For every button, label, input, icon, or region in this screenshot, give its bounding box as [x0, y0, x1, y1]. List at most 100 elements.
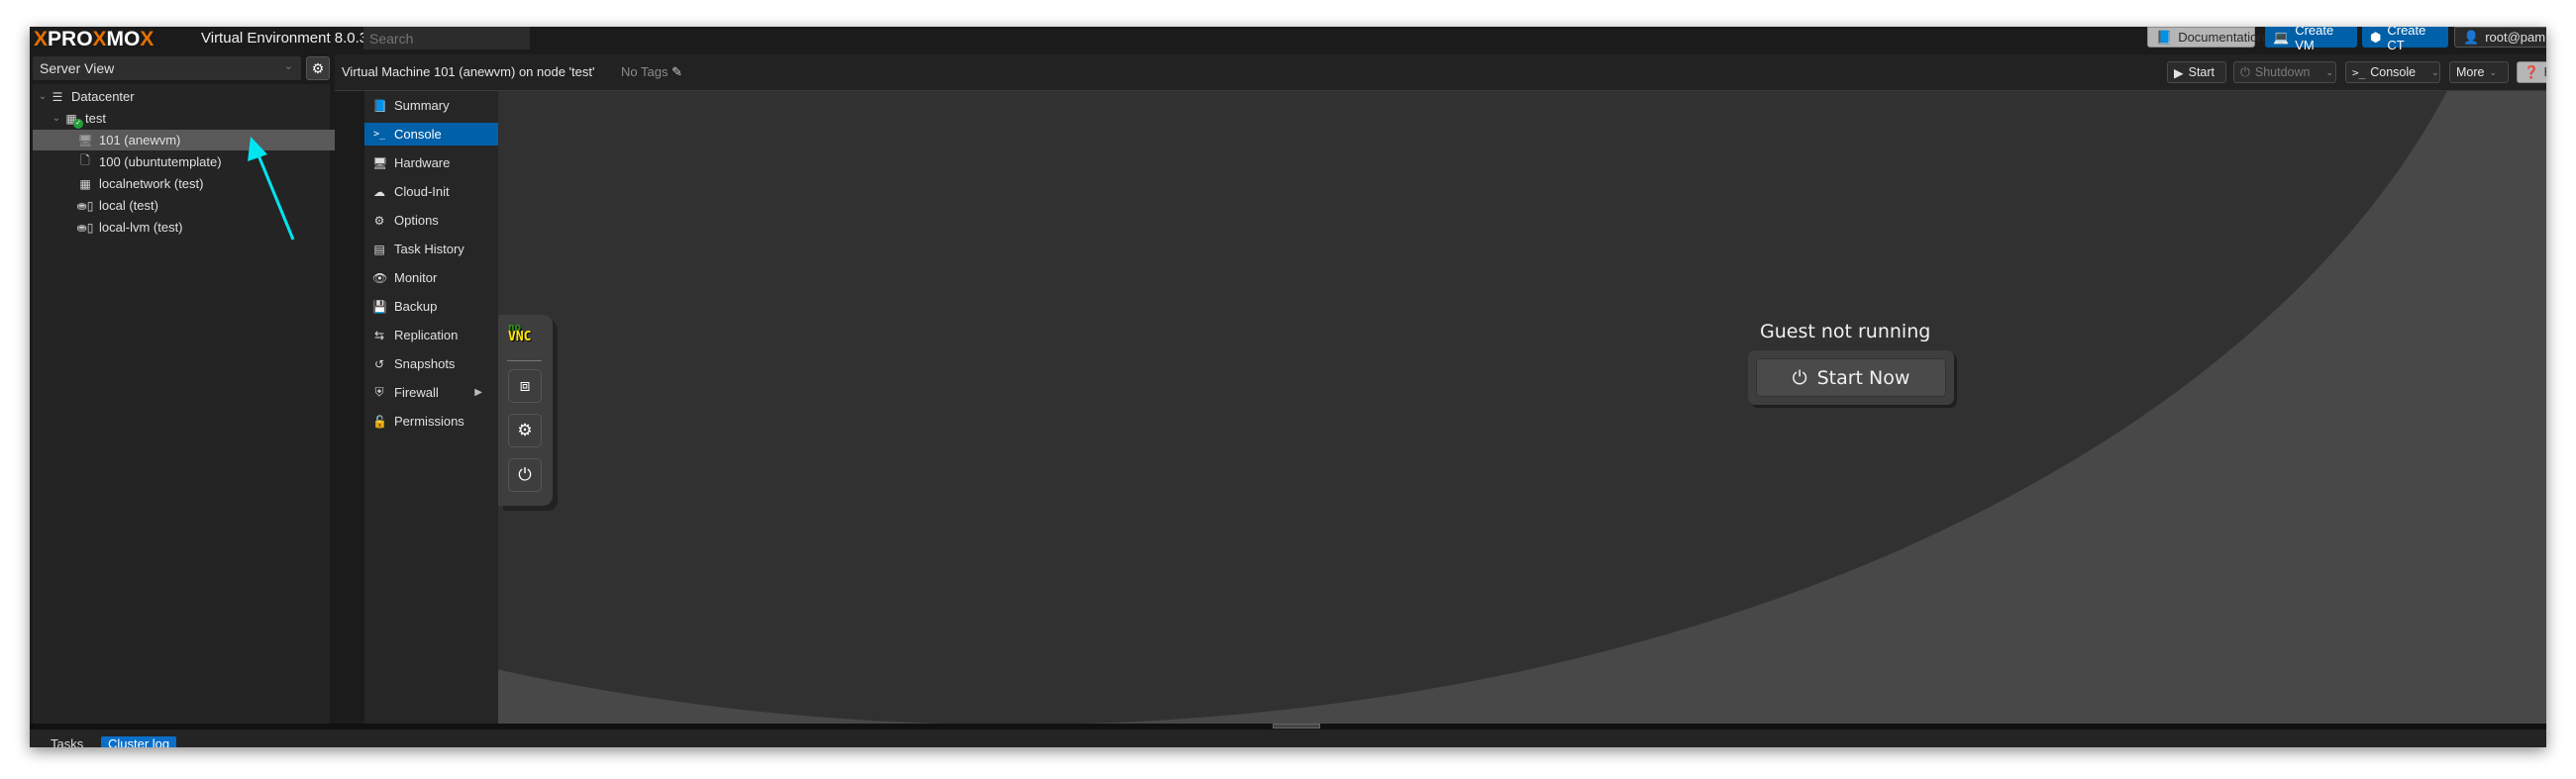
- terminal-icon: >_: [372, 129, 386, 140]
- nav-item-hardware[interactable]: 🖥 Hardware: [364, 151, 498, 174]
- tree-item-storage-local-lvm[interactable]: ⛂▯ local-lvm (test): [33, 217, 373, 238]
- datacenter-icon: ☰: [52, 89, 63, 104]
- nav-item-label: Hardware: [394, 155, 451, 170]
- nav-item-label: Task History: [394, 242, 464, 256]
- search-input[interactable]: [363, 27, 530, 49]
- tree-item-label: localnetwork (test): [99, 176, 204, 191]
- user-menu-button[interactable]: 👤 root@pam ⌄: [2454, 27, 2546, 48]
- fullscreen-button[interactable]: ⧈: [508, 369, 542, 403]
- desktop-icon: 💻: [2273, 29, 2290, 45]
- cube-icon: ⬢: [2370, 29, 2382, 45]
- nav-item-backup[interactable]: 💾 Backup: [364, 295, 498, 318]
- nav-item-task-history[interactable]: ▤ Task History: [364, 238, 498, 260]
- tree-item-vm-100[interactable]: 🗋 100 (ubuntutemplate): [33, 151, 373, 172]
- storage-icon: ⛂▯: [76, 220, 94, 235]
- more-button[interactable]: More ⌄: [2449, 61, 2509, 83]
- play-icon: ▶: [2174, 65, 2184, 80]
- nav-item-label: Permissions: [394, 414, 464, 429]
- vnc-power-button[interactable]: ⏻: [508, 458, 542, 492]
- logo-x: X: [34, 27, 49, 50]
- logo-mo: MO: [106, 27, 141, 50]
- tree-item-vm-101[interactable]: 🖥 101 (anewvm): [33, 130, 373, 150]
- chevron-down-icon[interactable]: ⌄: [2431, 67, 2439, 78]
- create-vm-label: Create VM: [2295, 27, 2334, 52]
- shutdown-button[interactable]: ⏻ Shutdown ⌄: [2233, 61, 2336, 83]
- vnc-settings-button[interactable]: ⚙: [508, 414, 542, 447]
- tree-item-datacenter[interactable]: ⌄ ☰ Datacenter: [33, 86, 334, 107]
- proxmox-logo[interactable]: X PRO X MO X: [34, 28, 154, 50]
- content-panel: Virtual Machine 101 (anewvm) on node 'te…: [335, 51, 2546, 724]
- version-label: Virtual Environment 8.0.3: [201, 30, 368, 47]
- collapse-handle[interactable]: [1273, 724, 1320, 729]
- shield-icon: ⛨: [374, 385, 384, 399]
- divider: [507, 360, 542, 361]
- power-icon: ⏻: [1792, 366, 1807, 389]
- nav-item-replication[interactable]: ⇆ Replication: [364, 324, 498, 346]
- nav-item-label: Firewall: [394, 385, 439, 400]
- nav-item-label: Monitor: [394, 270, 438, 285]
- console-button[interactable]: >_ Console ⌄: [2345, 61, 2440, 83]
- create-vm-button[interactable]: 💻 Create VM: [2265, 27, 2357, 52]
- tree-item-label: 101 (anewvm): [99, 133, 181, 147]
- tree-item-label: test: [85, 111, 106, 126]
- help-label: Help: [2544, 65, 2546, 79]
- tags-label: No Tags: [621, 64, 669, 79]
- user-icon: 👤: [2463, 29, 2480, 45]
- pencil-icon[interactable]: ✎: [671, 64, 682, 79]
- user-label: root@pam: [2485, 30, 2546, 45]
- guest-status-text: Guest not running: [1760, 321, 1931, 342]
- nav-item-label: Options: [394, 213, 439, 228]
- tree-item-node-test[interactable]: ⌄ ▦ ✓ test: [33, 108, 348, 129]
- expand-icon: ⧈: [519, 376, 531, 395]
- documentation-button[interactable]: 📘 Documentation: [2147, 27, 2265, 48]
- console-area[interactable]: no VNC ⧈ ⚙ ⏻ Guest not running ⏻ Start N…: [498, 91, 2546, 724]
- monitor-icon: 🖥: [372, 155, 388, 170]
- question-circle-icon: ❓: [2524, 64, 2539, 79]
- start-button[interactable]: ▶ Start: [2167, 61, 2226, 83]
- chevron-down-icon: ⌄: [2489, 66, 2498, 77]
- nav-item-console[interactable]: >_ Console: [364, 123, 498, 146]
- nav-item-label: Cloud-Init: [394, 184, 450, 199]
- start-now-label: Start Now: [1816, 366, 1910, 389]
- cloud-icon: ☁: [373, 184, 385, 199]
- nav-item-options[interactable]: ⚙ Options: [364, 209, 498, 232]
- nav-item-monitor[interactable]: 👁 Monitor: [364, 266, 498, 289]
- tab-cluster-log[interactable]: Cluster log: [101, 736, 177, 747]
- chevron-down-icon[interactable]: ⌄: [37, 91, 49, 102]
- help-button[interactable]: ❓ Help: [2517, 61, 2546, 83]
- power-icon: ⏻: [518, 465, 532, 484]
- tree-item-label: 100 (ubuntutemplate): [99, 154, 222, 169]
- create-ct-label: Create CT: [2387, 27, 2426, 52]
- storage-icon: ⛂▯: [76, 198, 94, 213]
- nav-item-firewall[interactable]: ⛨ Firewall ▶: [364, 381, 498, 404]
- create-ct-button[interactable]: ⬢ Create CT: [2362, 27, 2448, 52]
- nav-item-permissions[interactable]: 🔓 Permissions: [364, 410, 498, 433]
- tags-editor[interactable]: No Tags ✎: [621, 64, 682, 80]
- tree-item-localnetwork[interactable]: ▦ localnetwork (test): [33, 173, 373, 194]
- tree-item-storage-local[interactable]: ⛂▯ local (test): [33, 195, 373, 216]
- content-header: Virtual Machine 101 (anewvm) on node 'te…: [335, 54, 2546, 91]
- gear-icon: ⚙: [373, 213, 385, 228]
- chevron-down-icon[interactable]: ⌄: [2326, 67, 2334, 78]
- vm-nav-menu: 📘 Summary >_ Console 🖥 Hardware ☁ Cloud-Init…: [364, 91, 498, 724]
- nav-item-snapshots[interactable]: ↺ Snapshots: [364, 352, 498, 375]
- novnc-logo: no VNC: [508, 322, 532, 345]
- nav-item-label: Console: [394, 127, 442, 142]
- novnc-logo-vnc: VNC: [508, 330, 532, 345]
- tree-settings-button[interactable]: ⚙: [306, 56, 330, 80]
- nav-item-cloud-init[interactable]: ☁ Cloud-Init: [364, 180, 498, 203]
- start-now-button[interactable]: ⏻ Start Now: [1756, 358, 1946, 397]
- tree-item-label: local (test): [99, 198, 158, 213]
- tree-item-label: local-lvm (test): [99, 220, 183, 235]
- resource-tree-panel: Server View ⌄ ⚙ ⌄ ☰ Datacenter ⌄ ▦ ✓ test…: [30, 51, 373, 724]
- shutdown-label: Shutdown: [2254, 65, 2311, 79]
- gear-icon: ⚙: [311, 59, 325, 76]
- logo-x: X: [92, 27, 107, 50]
- more-label: More: [2456, 65, 2485, 79]
- view-selector[interactable]: Server View ⌄: [33, 56, 301, 80]
- console-label: Console: [2370, 65, 2417, 79]
- tab-tasks[interactable]: Tasks: [44, 736, 90, 747]
- nav-item-summary[interactable]: 📘 Summary: [364, 94, 498, 117]
- chevron-down-icon[interactable]: ⌄: [51, 113, 62, 124]
- unlock-icon: 🔓: [372, 414, 387, 429]
